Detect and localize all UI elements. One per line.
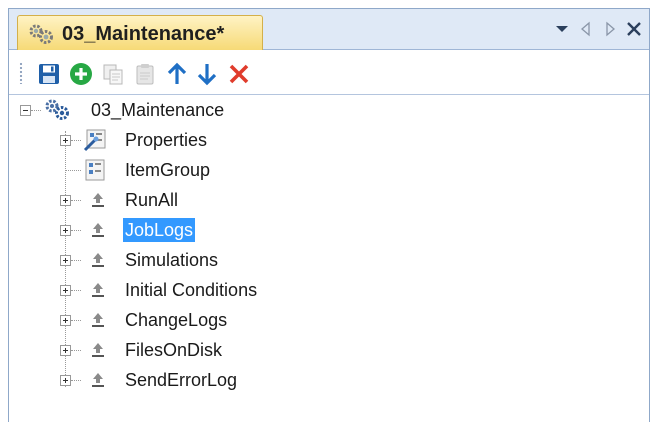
tree-item-label: ChangeLogs [125, 310, 228, 330]
move-up-icon[interactable] [165, 62, 189, 86]
paste-icon[interactable] [133, 62, 157, 86]
tree-root[interactable]: 03_Maintenance [9, 97, 649, 123]
gears-icon [28, 23, 54, 45]
gears-icon [43, 98, 71, 122]
expand-icon[interactable] [60, 315, 71, 326]
tree-item-label: ItemGroup [125, 160, 211, 180]
expand-icon[interactable] [60, 375, 71, 386]
tree-item-joblogs[interactable]: JobLogs [9, 217, 649, 243]
tab-title: 03_Maintenance* [62, 23, 225, 45]
job-icon [91, 312, 105, 328]
delete-icon[interactable] [227, 62, 251, 86]
tree-view: 03_Maintenance Properties ItemGroup RunA… [9, 95, 649, 422]
job-icon [91, 342, 105, 358]
collapse-icon[interactable] [20, 105, 31, 116]
tree-item-changelogs[interactable]: ChangeLogs [9, 307, 649, 333]
panel-header: 03_Maintenance* [9, 9, 649, 51]
itemgroup-icon [83, 158, 107, 182]
tree-item-senderrorlog[interactable]: SendErrorLog [9, 367, 649, 393]
job-icon [91, 282, 105, 298]
job-icon [91, 372, 105, 388]
tree-item-label: Properties [125, 130, 208, 150]
tree-item-properties[interactable]: Properties [9, 127, 649, 153]
tree-item-filesondisk[interactable]: FilesOnDisk [9, 337, 649, 363]
tab-maintenance[interactable]: 03_Maintenance* [17, 15, 263, 51]
add-icon[interactable] [69, 62, 93, 86]
scroll-right-icon[interactable] [601, 20, 619, 38]
tree-item-itemgroup[interactable]: ItemGroup [9, 157, 649, 183]
toolbar [9, 50, 649, 95]
tree-item-label: RunAll [125, 190, 179, 210]
job-icon [91, 222, 105, 238]
tree-root-label: 03_Maintenance [91, 100, 225, 120]
close-icon[interactable] [625, 20, 643, 38]
expand-icon[interactable] [60, 135, 71, 146]
copy-icon[interactable] [101, 62, 125, 86]
properties-icon [83, 128, 107, 152]
move-down-icon[interactable] [195, 62, 219, 86]
dropdown-icon[interactable] [553, 20, 571, 38]
tree-item-initial-conditions[interactable]: Initial Conditions [9, 277, 649, 303]
expand-icon[interactable] [60, 255, 71, 266]
tree-item-label: SendErrorLog [125, 370, 238, 390]
expand-icon[interactable] [60, 225, 71, 236]
tree-item-runall[interactable]: RunAll [9, 187, 649, 213]
tree-item-simulations[interactable]: Simulations [9, 247, 649, 273]
tree-item-label: Initial Conditions [125, 280, 258, 300]
expand-icon[interactable] [60, 345, 71, 356]
expand-icon[interactable] [60, 285, 71, 296]
maintenance-panel: 03_Maintenance* 03_Maintenance Propertie… [8, 8, 650, 422]
save-icon[interactable] [37, 62, 61, 86]
scroll-left-icon[interactable] [577, 20, 595, 38]
tree-item-label: Simulations [125, 250, 219, 270]
expand-icon[interactable] [60, 195, 71, 206]
tree-item-label: JobLogs [123, 218, 196, 242]
job-icon [91, 192, 105, 208]
job-icon [91, 252, 105, 268]
tree-item-label: FilesOnDisk [125, 340, 223, 360]
toolbar-grip[interactable] [19, 62, 23, 84]
